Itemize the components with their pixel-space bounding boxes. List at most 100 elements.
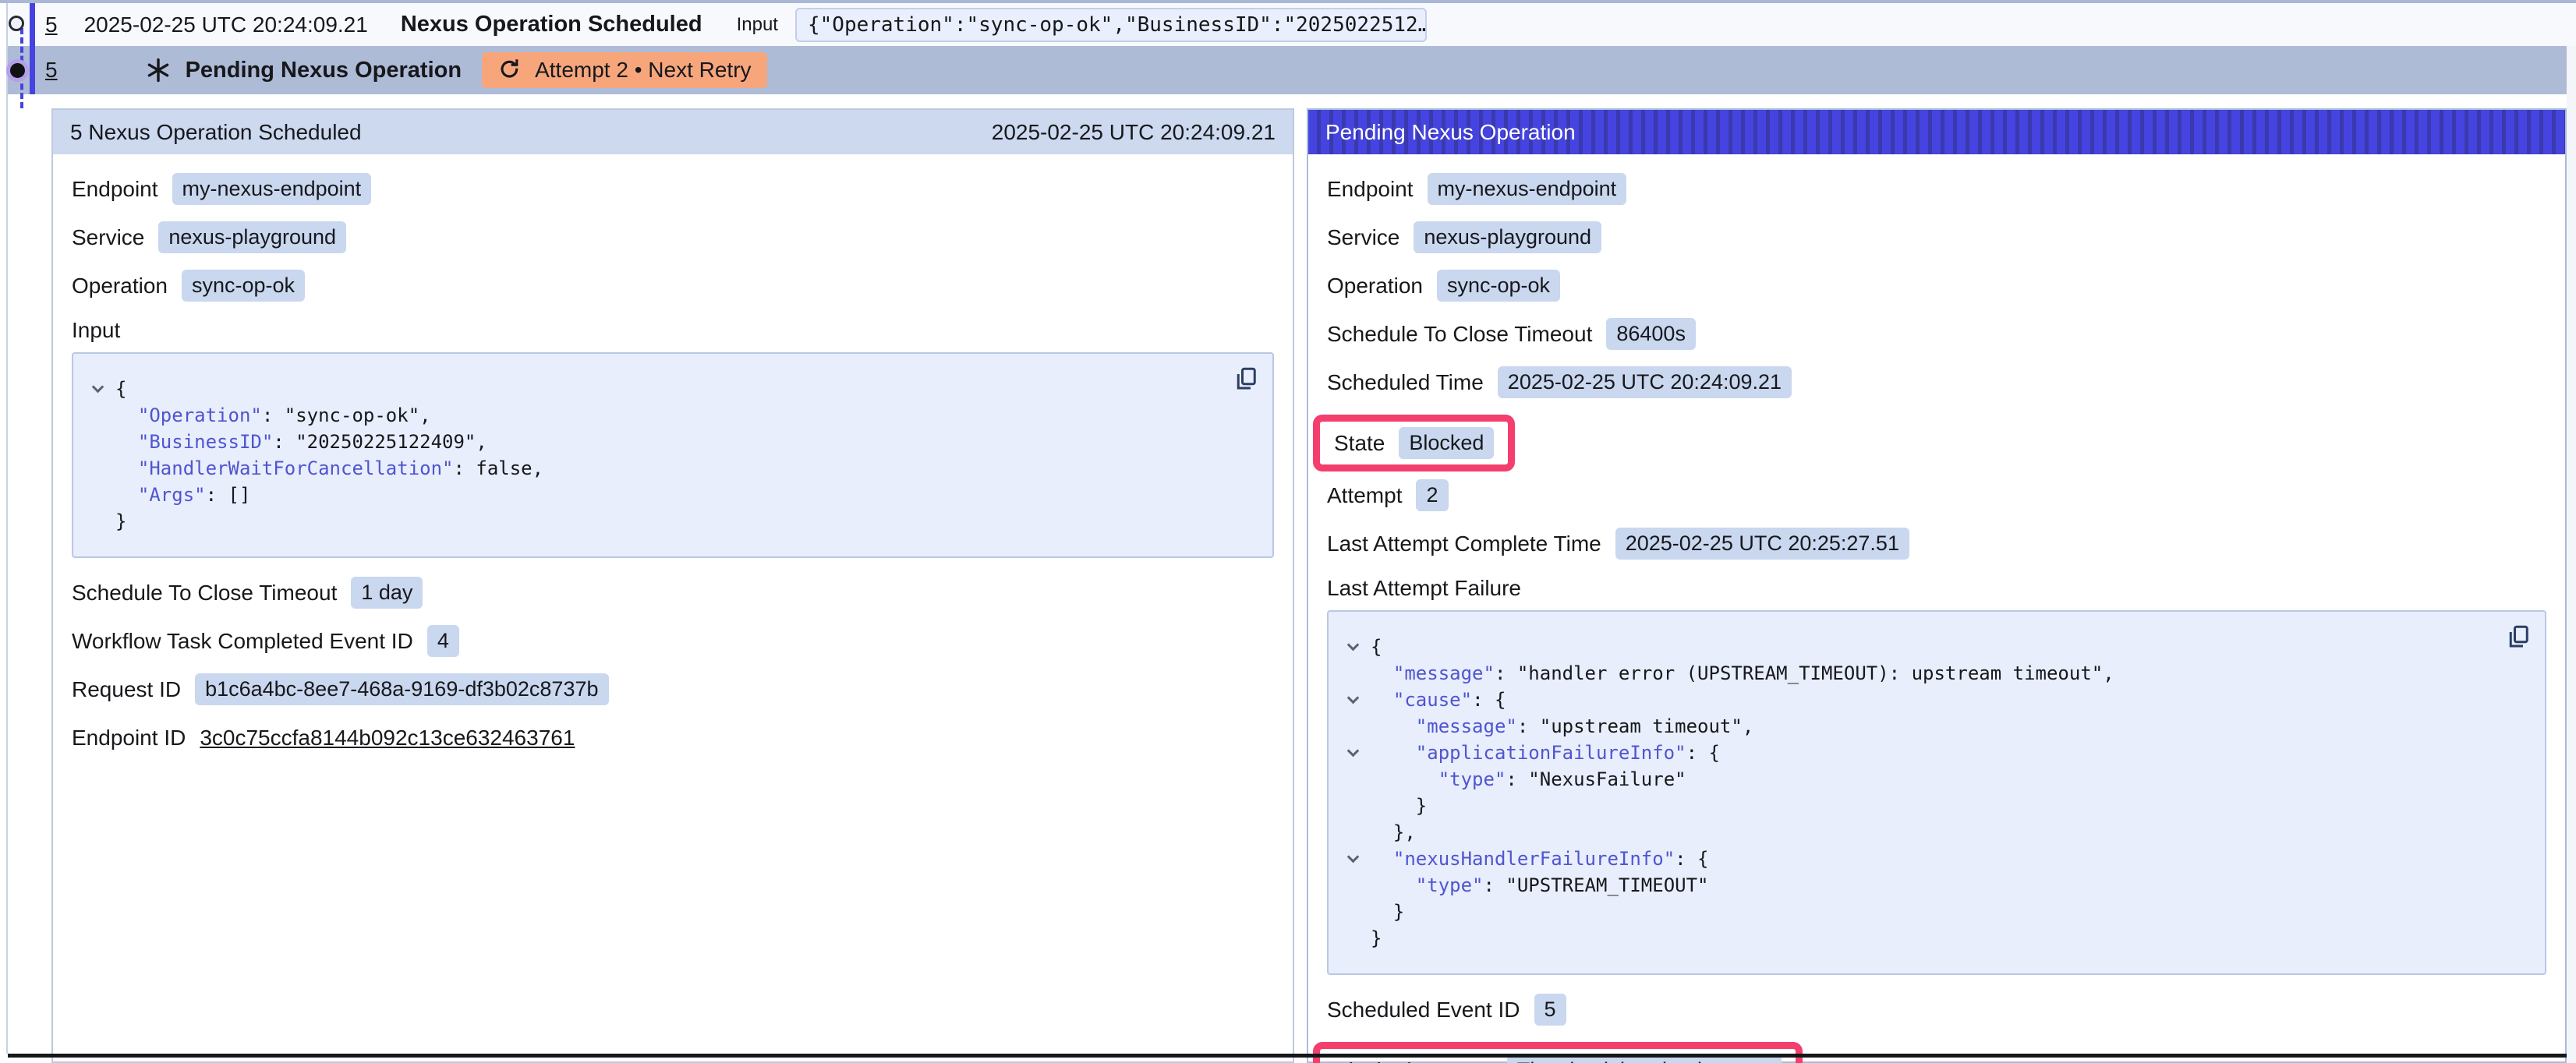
nexus-star-icon xyxy=(145,57,172,83)
collapse-chevron-icon[interactable] xyxy=(1335,740,1371,766)
copy-button[interactable] xyxy=(1232,365,1260,395)
scheduled-event-panel-body: Endpoint my-nexus-endpoint Service nexus… xyxy=(53,154,1293,778)
scheduled-event-panel: 5 Nexus Operation Scheduled 2025-02-25 U… xyxy=(51,108,1294,1063)
endpoint-id-link[interactable]: 3c0c75ccfa8144b092c13ce632463761 xyxy=(200,726,575,750)
field-row-blocked-reason: Blocked Reason The circuit breaker is op… xyxy=(1327,1042,2546,1063)
field-row-endpoint: Endpoint my-nexus-endpoint xyxy=(72,173,1274,205)
field-value-chip: 2025-02-25 UTC 20:25:27.51 xyxy=(1615,528,1909,560)
event-name: Nexus Operation Scheduled xyxy=(401,12,702,37)
json-line-text: "type": "NexusFailure" xyxy=(1371,766,1686,793)
temporal-event-history-screen: 5 2025-02-25 UTC 20:24:09.21 Nexus Opera… xyxy=(0,0,2576,1063)
json-line: "message": "upstream timeout", xyxy=(1335,713,2498,740)
field-row-attempt: Attempt 2 xyxy=(1327,479,2546,511)
json-line: } xyxy=(1335,793,2498,819)
collapse-chevron-icon[interactable] xyxy=(1335,687,1371,713)
field-row-service: Service nexus-playground xyxy=(1327,221,2546,253)
field-label: Endpoint ID xyxy=(72,726,186,750)
collapse-chevron-icon[interactable] xyxy=(1335,634,1371,660)
scheduled-event-panel-header: 5 Nexus Operation Scheduled 2025-02-25 U… xyxy=(53,110,1293,154)
field-value-chip: sync-op-ok xyxy=(182,270,305,302)
field-label: Service xyxy=(72,225,144,250)
pending-operation-panel-header: Pending Nexus Operation xyxy=(1308,110,2565,154)
field-label: Operation xyxy=(1327,274,1423,298)
json-line-text: "HandlerWaitForCancellation": false, xyxy=(115,455,543,482)
event-input-label: Input xyxy=(737,14,778,36)
chevron-spacer xyxy=(1335,766,1371,793)
event-detail-area: 5 Nexus Operation Scheduled 2025-02-25 U… xyxy=(8,94,2576,1063)
field-label: Last Attempt Complete Time xyxy=(1327,532,1601,556)
collapse-chevron-icon[interactable] xyxy=(1335,846,1371,872)
field-label: Endpoint xyxy=(72,177,158,202)
event-input-preview-chip[interactable]: {"Operation":"sync-op-ok","BusinessID":"… xyxy=(795,8,1427,42)
json-line-text: } xyxy=(1371,793,1427,819)
field-value-chip: 4 xyxy=(427,625,459,657)
json-line-text: "BusinessID": "20250225122409", xyxy=(115,429,487,455)
pending-id-link[interactable]: 5 xyxy=(45,58,58,83)
chevron-spacer xyxy=(1335,925,1371,952)
field-row-service: Service nexus-playground xyxy=(72,221,1274,253)
field-label: Endpoint xyxy=(1327,177,1414,202)
input-section-label: Input xyxy=(72,318,1274,343)
field-value-chip: 2025-02-25 UTC 20:24:09.21 xyxy=(1498,366,1792,398)
field-row-operation: Operation sync-op-ok xyxy=(1327,270,2546,302)
field-label: Request ID xyxy=(72,677,181,702)
json-line: "HandlerWaitForCancellation": false, xyxy=(80,455,1226,482)
event-id-link[interactable]: 5 xyxy=(45,12,58,37)
timeline-filled-circle-icon xyxy=(10,63,25,78)
json-line: { xyxy=(1335,634,2498,660)
field-row-scheduled-event-id: Scheduled Event ID 5 xyxy=(1327,994,2546,1026)
pending-operation-panel-body: Endpoint my-nexus-endpoint Service nexus… xyxy=(1308,154,2565,1063)
json-line: "cause": { xyxy=(1335,687,2498,713)
json-line-text: "Args": [] xyxy=(115,482,250,508)
panel-title: Pending Nexus Operation xyxy=(1325,120,1576,145)
event-row-nexus-operation-scheduled[interactable]: 5 2025-02-25 UTC 20:24:09.21 Nexus Opera… xyxy=(8,3,2576,46)
json-line-text: { xyxy=(115,376,126,402)
retry-status-badge: Attempt 2 • Next Retry xyxy=(482,52,766,88)
json-line: "type": "NexusFailure" xyxy=(1335,766,2498,793)
json-line: "type": "UPSTREAM_TIMEOUT" xyxy=(1335,872,2498,899)
field-row-endpoint-id: Endpoint ID 3c0c75ccfa8144b092c13ce63246… xyxy=(72,722,1274,754)
json-line: } xyxy=(80,508,1226,535)
chevron-spacer xyxy=(1335,872,1371,899)
field-label: Scheduled Event ID xyxy=(1327,998,1520,1022)
field-value-chip: b1c6a4bc-8ee7-468a-9169-df3b02c8737b xyxy=(195,673,608,705)
field-value-chip: 86400s xyxy=(1606,318,1696,350)
field-value-chip: my-nexus-endpoint xyxy=(1428,173,1627,205)
field-label: Workflow Task Completed Event ID xyxy=(72,629,413,654)
retry-icon xyxy=(497,58,522,83)
json-line-text: } xyxy=(115,508,126,535)
json-line-text: "type": "UPSTREAM_TIMEOUT" xyxy=(1371,872,1708,899)
field-label: Blocked Reason xyxy=(1334,1058,1493,1063)
field-value-chip: 1 day xyxy=(351,577,423,609)
field-value-chip: my-nexus-endpoint xyxy=(172,173,372,205)
chevron-spacer xyxy=(80,455,115,482)
field-row-request-id: Request ID b1c6a4bc-8ee7-468a-9169-df3b0… xyxy=(72,673,1274,705)
field-value-chip: nexus-playground xyxy=(1414,221,1601,253)
copy-button[interactable] xyxy=(2504,623,2532,653)
json-line-text: } xyxy=(1371,925,1382,952)
pending-operation-row[interactable]: 5 Pending Nexus Operation Attempt 2 • Ne… xyxy=(8,46,2576,94)
json-line-text: { xyxy=(1371,634,1382,660)
field-value-chip: sync-op-ok xyxy=(1437,270,1560,302)
chevron-spacer xyxy=(80,402,115,429)
chevron-spacer xyxy=(1335,819,1371,846)
state-value-chip: Blocked xyxy=(1399,427,1494,459)
chevron-spacer xyxy=(1335,793,1371,819)
blocked-reason-annotation-highlight: Blocked Reason The circuit breaker is op… xyxy=(1313,1042,1803,1063)
field-value-chip: 5 xyxy=(1534,994,1566,1026)
pending-operation-panel: Pending Nexus Operation Endpoint my-nexu… xyxy=(1307,108,2567,1063)
json-line: "nexusHandlerFailureInfo": { xyxy=(1335,846,2498,872)
panel-title: 5 Nexus Operation Scheduled xyxy=(70,120,362,145)
field-label: Attempt xyxy=(1327,483,1402,508)
failure-json-block: { "message": "handler error (UPSTREAM_TI… xyxy=(1327,610,2546,975)
field-label: Schedule To Close Timeout xyxy=(72,581,337,606)
json-line: "message": "handler error (UPSTREAM_TIME… xyxy=(1335,660,2498,687)
json-line: }, xyxy=(1335,819,2498,846)
field-label: State xyxy=(1334,431,1385,456)
json-line-text: "cause": { xyxy=(1371,687,1506,713)
field-row-endpoint: Endpoint my-nexus-endpoint xyxy=(1327,173,2546,205)
field-row-workflow-task-completed-event-id: Workflow Task Completed Event ID 4 xyxy=(72,625,1274,657)
json-line-text: } xyxy=(1371,899,1404,925)
right-gutter xyxy=(2567,46,2576,1063)
collapse-chevron-icon[interactable] xyxy=(80,376,115,402)
